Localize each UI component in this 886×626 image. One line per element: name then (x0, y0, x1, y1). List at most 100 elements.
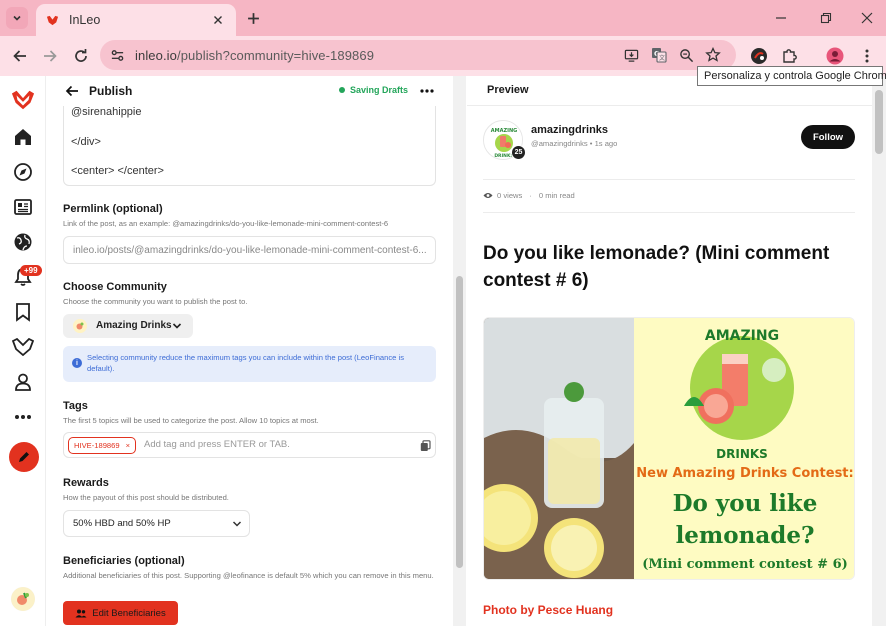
news-icon[interactable] (11, 195, 35, 219)
preview-separator (483, 212, 855, 213)
beneficiaries-description: Additional beneficiaries of this post. S… (63, 571, 434, 580)
follow-button[interactable]: Follow (801, 125, 855, 149)
image-subtitle: (Mini comment contest # 6) (642, 557, 848, 572)
site-info-icon[interactable] (108, 46, 126, 64)
image-headline: New Amazing Drinks Contest: (636, 466, 853, 481)
translate-icon[interactable]: G文 (650, 46, 668, 64)
stats-separator: · (529, 191, 532, 200)
saving-status: Saving Drafts (339, 85, 408, 95)
preview-title: Preview (487, 84, 529, 96)
info-icon: i (72, 358, 82, 368)
zoom-icon[interactable] (677, 46, 695, 64)
status-dot-icon (339, 87, 345, 93)
leo-logo-icon[interactable] (11, 88, 35, 112)
author-name[interactable]: amazingdrinks (531, 124, 608, 136)
eye-icon (483, 192, 493, 199)
copy-icon[interactable] (419, 439, 432, 452)
svg-text:文: 文 (659, 54, 665, 62)
chevron-down-icon (231, 518, 243, 530)
browser-tab-strip: InLeo (0, 0, 886, 36)
plus-icon (247, 12, 259, 24)
tab-title: InLeo (69, 13, 101, 27)
preview-scrollbar[interactable] (872, 76, 886, 626)
community-select[interactable]: Amazing Drinks (63, 314, 193, 338)
extensions-puzzle-icon[interactable] (780, 46, 800, 66)
back-button[interactable] (10, 46, 30, 66)
browser-tab-inleo[interactable]: InLeo (36, 4, 236, 36)
notification-count-badge: +99 (20, 265, 42, 276)
new-tab-button[interactable] (244, 9, 262, 27)
restore-window-button[interactable] (817, 9, 835, 27)
profile-avatar-icon[interactable] (825, 46, 845, 66)
page-title: Publish (89, 84, 133, 98)
views-count: 0 views (497, 191, 523, 200)
publish-editor: @sirenahippie </div> <center> </center> … (47, 76, 453, 626)
markdown-editor[interactable]: @sirenahippie </div> <center> </center> (63, 94, 436, 186)
address-bar[interactable]: inleo.io/publish?community=hive-189869 G… (100, 40, 736, 70)
tag-chip[interactable]: HIVE-189869 × (68, 437, 137, 454)
author-handle: @amazingdrinks • 1s ago (531, 139, 618, 148)
bookmark-icon[interactable] (11, 300, 35, 324)
editor-more-button[interactable] (417, 81, 437, 101)
editor-scrollbar[interactable] (453, 76, 466, 626)
image-brand-bottom: DRINKS (716, 447, 768, 461)
reload-button[interactable] (71, 46, 91, 66)
rewards-select[interactable]: 50% HBD and 50% HP (63, 510, 250, 537)
rewards-title: Rewards (63, 477, 109, 489)
edit-beneficiaries-label: Edit Beneficiaries (92, 607, 166, 619)
reputation-badge: 25 (511, 145, 526, 160)
tag-chip-label: HIVE-189869 (74, 441, 120, 450)
profile-icon[interactable] (11, 370, 35, 394)
explore-icon[interactable] (11, 160, 35, 184)
image-question-line1: Do you like (673, 490, 818, 517)
write-post-button[interactable] (9, 442, 39, 472)
user-avatar[interactable] (11, 587, 35, 611)
close-window-button[interactable] (858, 9, 876, 27)
post-cover-image[interactable]: AMAZING DRINKS New Amazing Drinks Contes… (483, 317, 855, 580)
editor-scrollbar-thumb[interactable] (456, 276, 463, 568)
pencil-icon (19, 452, 29, 462)
permlink-description: Link of the post, as an example: @amazin… (63, 219, 389, 228)
tags-field[interactable]: HIVE-189869 × (63, 432, 436, 458)
edit-beneficiaries-button[interactable]: Edit Beneficiaries (63, 601, 178, 625)
minimize-icon (776, 17, 786, 19)
leo-icon[interactable] (11, 335, 35, 359)
tag-input[interactable] (144, 439, 404, 450)
back-arrow-button[interactable] (63, 82, 81, 100)
code-line: <center> </center> (71, 165, 164, 177)
tab-search-button[interactable] (6, 7, 28, 29)
globe-icon[interactable] (11, 230, 35, 254)
editor-header: Publish Saving Drafts (47, 76, 453, 106)
permlink-input[interactable]: inleo.io/posts/@amazingdrinks/do-you-lik… (63, 236, 436, 264)
leo-favicon-icon (46, 15, 59, 25)
beneficiaries-title: Beneficiaries (optional) (63, 555, 185, 567)
post-time: 1s ago (594, 139, 618, 148)
rewards-selected-value: 50% HBD and 50% HP (73, 518, 171, 529)
extension-icon[interactable] (749, 46, 769, 66)
preview-scrollbar-thumb[interactable] (875, 90, 883, 154)
permlink-value: inleo.io/posts/@amazingdrinks/do-you-lik… (73, 245, 427, 256)
more-icon[interactable] (11, 405, 35, 429)
tags-title: Tags (63, 400, 88, 412)
left-sidebar: +99 (0, 76, 46, 626)
bookmark-star-icon[interactable] (704, 46, 722, 64)
close-icon (861, 12, 873, 24)
home-icon[interactable] (11, 125, 35, 149)
tags-description: The first 5 topics will be used to categ… (63, 416, 319, 425)
svg-text:AMAZING: AMAZING (491, 128, 518, 134)
url-host: inleo.io (135, 48, 177, 63)
chevron-down-icon (171, 320, 183, 332)
chrome-menu-icon[interactable] (857, 46, 877, 66)
minimize-window-button[interactable] (772, 9, 790, 27)
community-info-text: Selecting community reduce the maximum t… (87, 353, 404, 373)
arrow-left-icon (13, 50, 26, 62)
arrow-right-icon (44, 50, 57, 62)
reload-icon (75, 49, 87, 62)
url-text: inleo.io/publish?community=hive-189869 (135, 48, 374, 63)
remove-tag-icon[interactable]: × (126, 441, 130, 450)
forward-button[interactable] (40, 46, 60, 66)
community-description: Choose the community you want to publish… (63, 297, 248, 306)
chevron-down-icon (13, 15, 21, 21)
install-app-icon[interactable] (622, 46, 640, 64)
tab-close-icon[interactable] (210, 12, 226, 28)
